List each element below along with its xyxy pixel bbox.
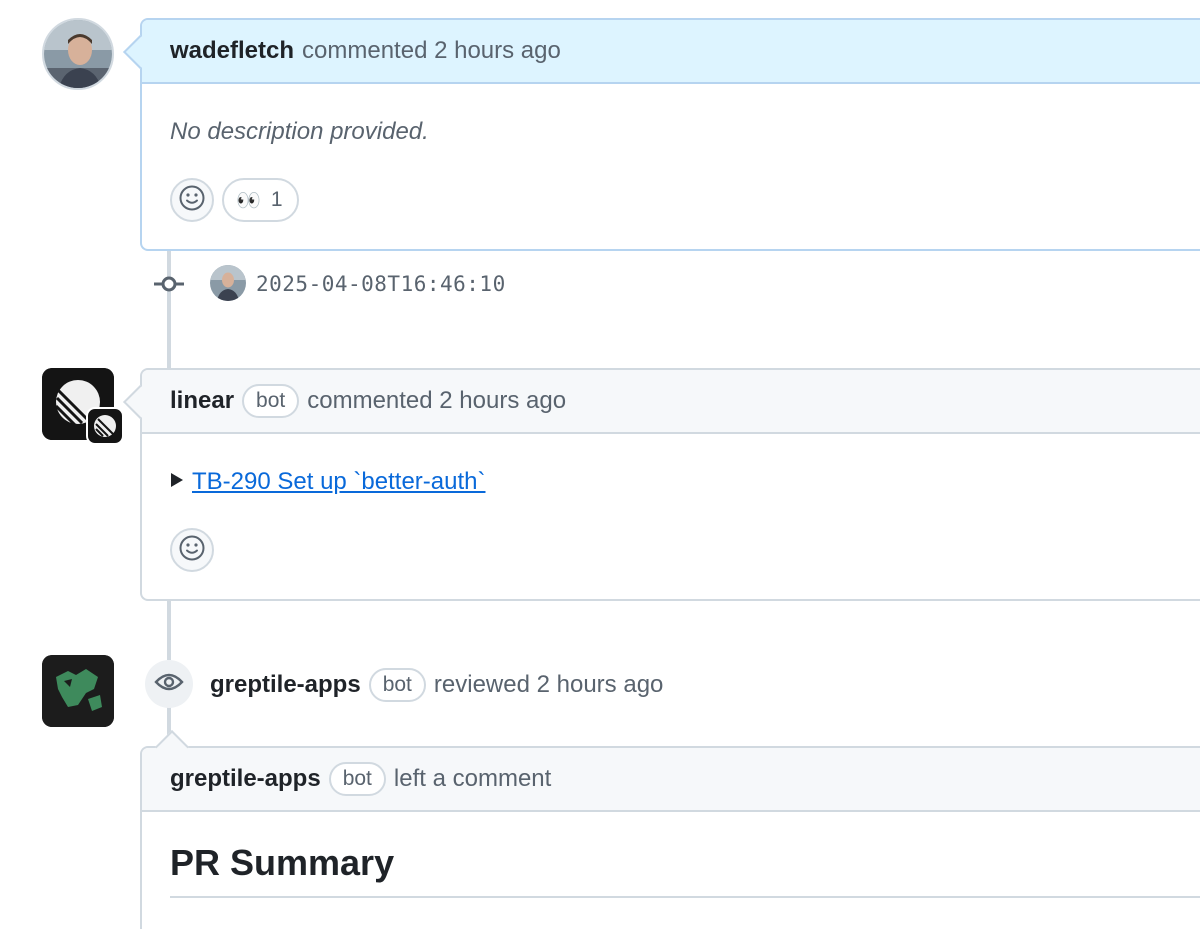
commit-icon xyxy=(154,272,184,301)
review-header: greptile-apps bot reviewed 2 hours ago xyxy=(210,668,663,702)
smiley-icon xyxy=(178,534,206,567)
commit-event: 2025-04-08T16:46:10 xyxy=(0,262,1200,306)
review-comment-card: greptile-apps bot left a comment PR Summ… xyxy=(140,730,1200,929)
add-reaction-button[interactable] xyxy=(170,178,214,222)
avatar[interactable] xyxy=(42,655,114,727)
reaction-count: 1 xyxy=(270,188,283,211)
app-badge-icon xyxy=(86,407,124,445)
comment-timestamp[interactable]: commented 2 hours ago xyxy=(302,37,561,65)
bot-badge: bot xyxy=(242,384,300,418)
comment-card: wadefletch commented 2 hours ago No desc… xyxy=(123,18,1200,251)
comment-timestamp[interactable]: commented 2 hours ago xyxy=(307,387,566,415)
bot-badge: bot xyxy=(328,762,386,796)
comment-header: greptile-apps bot left a comment xyxy=(142,748,1200,812)
eyes-emoji: 👀 xyxy=(236,189,261,212)
comment-header: wadefletch commented 2 hours ago xyxy=(142,20,1200,84)
details-summary[interactable]: TB-290 Set up `better-auth` xyxy=(170,468,485,496)
pr-summary-heading: PR Summary xyxy=(170,842,395,883)
review-author[interactable]: greptile-apps xyxy=(210,671,361,699)
add-reaction-button[interactable] xyxy=(170,528,214,572)
review-event-icon xyxy=(145,660,193,708)
comment-author[interactable]: linear xyxy=(170,387,234,415)
timeline-line xyxy=(167,600,171,660)
greptile-logo-icon xyxy=(42,655,114,727)
eye-icon xyxy=(154,671,184,698)
comment-card: linear bot commented 2 hours ago TB-290 … xyxy=(123,368,1200,601)
review-timestamp[interactable]: reviewed 2 hours ago xyxy=(434,671,663,699)
avatar[interactable] xyxy=(42,18,114,90)
heading-divider xyxy=(170,896,1200,898)
triangle-right-icon xyxy=(170,472,184,493)
bot-badge: bot xyxy=(368,668,426,702)
issue-link[interactable]: TB-290 Set up `better-auth` xyxy=(192,468,485,496)
reaction-eyes[interactable]: 👀 1 xyxy=(222,178,299,222)
comment-action: left a comment xyxy=(393,765,552,792)
comment-body: No description provided. xyxy=(170,118,429,145)
avatar[interactable] xyxy=(210,265,246,301)
commit-timestamp[interactable]: 2025-04-08T16:46:10 xyxy=(256,272,506,296)
comment-author[interactable]: greptile-apps xyxy=(170,765,321,793)
comment-author[interactable]: wadefletch xyxy=(170,37,294,65)
comment-header: linear bot commented 2 hours ago xyxy=(142,370,1200,434)
smiley-icon xyxy=(178,184,206,217)
